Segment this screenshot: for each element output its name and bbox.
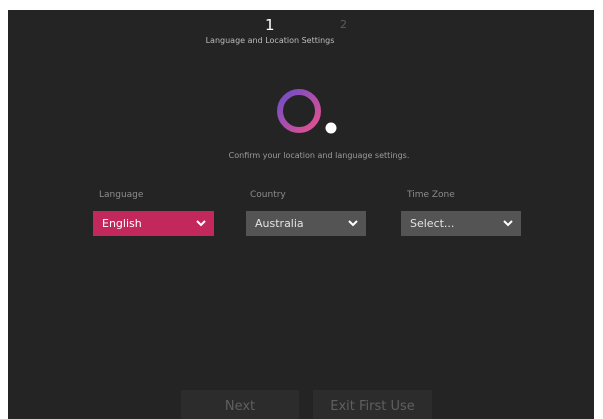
timezone-dropdown[interactable]: Select...: [401, 211, 521, 236]
chevron-down-icon: [503, 220, 513, 227]
instruction-text: Confirm your location and language setti…: [228, 151, 410, 160]
timezone-label: Time Zone: [407, 190, 455, 200]
country-dropdown[interactable]: Australia: [246, 211, 366, 236]
tv-setup-screen: 1 2 Language and Location Settings Confi…: [8, 10, 594, 419]
page-title: Language and Location Settings: [205, 36, 335, 45]
exit-first-use-button[interactable]: Exit First Use: [313, 390, 432, 419]
chevron-down-icon: [196, 220, 206, 227]
chevron-down-icon: [348, 220, 358, 227]
timezone-value: Select...: [410, 217, 455, 230]
country-value: Australia: [255, 217, 304, 230]
step-next: 2: [340, 18, 347, 31]
country-label: Country: [250, 190, 286, 200]
screenshot-frame: 1 2 Language and Location Settings Confi…: [0, 0, 603, 419]
lg-logo-icon: [273, 82, 343, 144]
language-value: English: [102, 217, 142, 230]
language-dropdown[interactable]: English: [93, 211, 214, 236]
language-label: Language: [99, 190, 144, 200]
step-current: 1: [265, 16, 275, 34]
next-button[interactable]: Next: [181, 390, 299, 419]
